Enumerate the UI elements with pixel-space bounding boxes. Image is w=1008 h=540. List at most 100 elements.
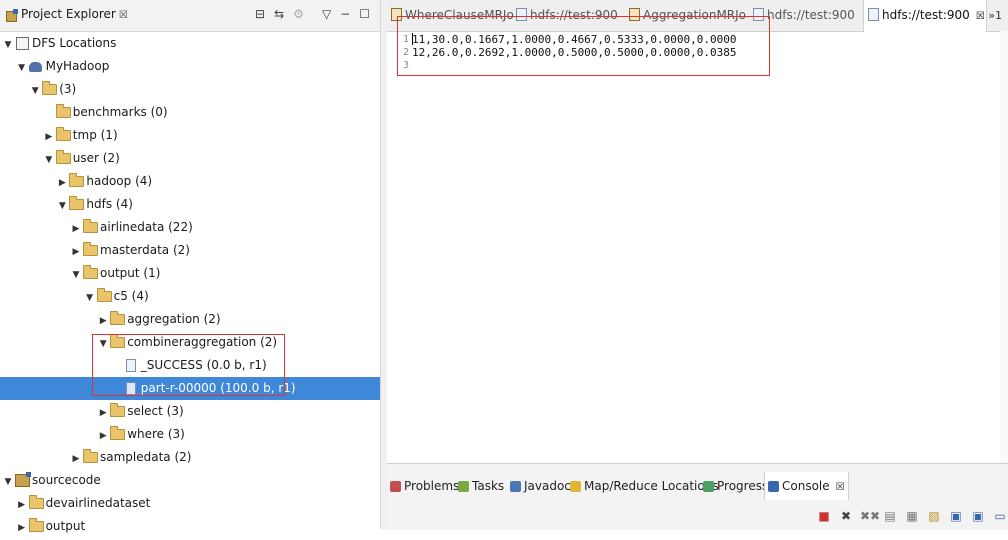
expanded-arrow-icon[interactable]: ▼ bbox=[57, 195, 67, 218]
project-explorer-toolbar: ⊟ ⇆ ⚙ ▽ − ☐ bbox=[246, 7, 370, 21]
tree-item[interactable]: ▼ (3) bbox=[0, 78, 410, 101]
close-icon[interactable]: ☒ bbox=[976, 11, 985, 22]
editor-tab[interactable]: hdfs://test:900 ☒ bbox=[863, 0, 987, 32]
tree-item-label: benchmarks (0) bbox=[72, 105, 168, 119]
folder-icon bbox=[55, 125, 71, 148]
tree-item-label: airlinedata (22) bbox=[100, 220, 193, 234]
tree-item[interactable]: ▼ MyHadoop bbox=[0, 55, 397, 78]
expanded-arrow-icon[interactable]: ▼ bbox=[44, 149, 54, 172]
tree-item[interactable]: ▼ sourcecode bbox=[0, 469, 383, 492]
collapsed-arrow-icon[interactable]: ▶ bbox=[17, 494, 27, 517]
tree-item-label: MyHadoop bbox=[45, 59, 110, 73]
tree-item-label: user (2) bbox=[72, 151, 120, 165]
link-with-editor-icon[interactable]: ⇆ bbox=[274, 7, 284, 21]
text-editor[interactable]: 123 11,30.0,0.1667,1.0000,0.4667,0.5333,… bbox=[387, 32, 1008, 463]
panel-tab-tasks[interactable]: Tasks bbox=[455, 472, 504, 500]
panel-tab-label: Map/Reduce Locations bbox=[584, 479, 719, 493]
editor-tab-label: hdfs://test:900 bbox=[882, 8, 970, 22]
pin-console-icon[interactable]: ▣ bbox=[948, 508, 964, 524]
panel-tab-label: Problems bbox=[404, 479, 460, 493]
annotation-box bbox=[397, 16, 770, 76]
console-toolbar: ■ ✖ ✖✖ ▤ ▦ ▧ ▣ ▣ ▭ bbox=[810, 504, 1008, 526]
expanded-arrow-icon[interactable]: ▼ bbox=[3, 471, 13, 494]
tree-item-label: aggregation (2) bbox=[127, 312, 221, 326]
remove-all-icon[interactable]: ✖✖ bbox=[860, 508, 880, 524]
folder-icon bbox=[110, 309, 126, 332]
tree-item-label: masterdata (2) bbox=[100, 243, 190, 257]
project-explorer-tab[interactable]: Project Explorer ☒ bbox=[2, 7, 128, 23]
folder-icon bbox=[110, 424, 126, 447]
tree-item-label: where (3) bbox=[127, 427, 185, 441]
close-icon[interactable]: ☒ bbox=[119, 10, 128, 21]
editor-scrollbar[interactable] bbox=[1000, 31, 1008, 463]
expanded-arrow-icon[interactable]: ▼ bbox=[71, 264, 81, 287]
tree-item[interactable]: benchmarks (0) bbox=[0, 101, 424, 124]
project-explorer-header: Project Explorer ☒ ⊟ ⇆ ⚙ ▽ − ☐ bbox=[0, 0, 380, 32]
panel-tab-problems[interactable]: Problems bbox=[387, 472, 459, 500]
collapsed-arrow-icon[interactable]: ▶ bbox=[44, 126, 54, 149]
tree-item-label: hdfs (4) bbox=[86, 197, 133, 211]
panel-tab-label: Progress bbox=[717, 479, 769, 493]
collapsed-arrow-icon[interactable]: ▶ bbox=[71, 218, 81, 241]
view-menu-icon[interactable]: ▽ bbox=[322, 7, 331, 21]
panel-tab-label: Tasks bbox=[472, 479, 505, 493]
maximize-icon[interactable]: ☐ bbox=[359, 7, 370, 21]
panel-tab-label: Console bbox=[782, 479, 830, 493]
project-explorer-icon bbox=[4, 9, 18, 23]
terminate-icon[interactable]: ■ bbox=[816, 508, 832, 524]
collapsed-arrow-icon[interactable]: ▶ bbox=[98, 402, 108, 425]
tree-item[interactable]: ▶ tmp (1) bbox=[0, 124, 424, 147]
collapsed-arrow-icon[interactable]: ▶ bbox=[71, 448, 81, 471]
word-wrap-icon[interactable]: ▦ bbox=[904, 508, 920, 524]
tasks-icon bbox=[458, 481, 469, 492]
collapsed-arrow-icon[interactable]: ▶ bbox=[57, 172, 67, 195]
expanded-arrow-icon[interactable]: ▼ bbox=[30, 80, 40, 103]
collapsed-arrow-icon[interactable]: ▶ bbox=[98, 425, 108, 448]
project-icon bbox=[15, 470, 31, 493]
tree-item[interactable]: ▶ output bbox=[0, 515, 397, 538]
collapse-all-icon[interactable]: ⊟ bbox=[255, 7, 265, 21]
panel-tab-javadoc[interactable]: Javadoc bbox=[507, 472, 571, 500]
expanded-arrow-icon[interactable]: ▼ bbox=[3, 34, 13, 57]
folder-icon bbox=[42, 79, 58, 102]
settings-icon[interactable]: ⚙ bbox=[293, 7, 304, 21]
folder-icon bbox=[69, 194, 85, 217]
bottom-panel-tabs: Problems Tasks Javadoc Map/Reduce Locations… bbox=[387, 472, 1008, 500]
collapsed-arrow-icon[interactable]: ▶ bbox=[71, 241, 81, 264]
minimize-icon[interactable]: − bbox=[340, 7, 350, 21]
tree-item[interactable]: ▼ hdfs (4) bbox=[0, 193, 437, 216]
editor-tab-label: hdfs://test:900 bbox=[767, 8, 855, 22]
folder-icon bbox=[28, 516, 44, 539]
annotation-box bbox=[92, 334, 285, 396]
collapsed-arrow-icon[interactable]: ▶ bbox=[98, 310, 108, 333]
tree-item-label: (3) bbox=[59, 82, 77, 96]
panel-tab-progress[interactable]: Progress bbox=[700, 472, 768, 500]
javadoc-icon bbox=[510, 481, 521, 492]
tree-item[interactable]: ▶ devairlinedataset bbox=[0, 492, 397, 515]
tab-overflow-button[interactable]: »1 bbox=[988, 0, 1002, 31]
folder-icon bbox=[83, 263, 98, 286]
progress-icon bbox=[703, 481, 714, 492]
dfs-locations-icon bbox=[15, 33, 29, 56]
folder-icon bbox=[28, 493, 44, 516]
hadoop-elephant-icon bbox=[29, 56, 43, 79]
scroll-lock-icon[interactable]: ▤ bbox=[882, 508, 898, 524]
display-console-icon[interactable]: ▣ bbox=[970, 508, 986, 524]
open-console-icon[interactable]: ▭ bbox=[992, 508, 1008, 524]
tree-item-label: select (3) bbox=[127, 404, 184, 418]
remove-launch-icon[interactable]: ✖ bbox=[838, 508, 854, 524]
close-icon[interactable]: ☒ bbox=[836, 482, 845, 493]
panel-tab-label: Javadoc bbox=[524, 479, 571, 493]
tree-item[interactable]: ▼ user (2) bbox=[0, 147, 424, 170]
tree-item-label: output bbox=[45, 519, 86, 533]
tree-item[interactable]: ▶ hadoop (4) bbox=[0, 170, 437, 193]
panel-tab-mapreduce[interactable]: Map/Reduce Locations bbox=[567, 472, 719, 500]
folder-icon bbox=[83, 447, 98, 470]
panel-tab-console[interactable]: Console ☒ bbox=[764, 472, 849, 500]
expanded-arrow-icon[interactable]: ▼ bbox=[17, 57, 27, 80]
folder-icon bbox=[55, 102, 71, 125]
tree-item[interactable]: ▼ DFS Locations bbox=[0, 32, 383, 55]
expanded-arrow-icon[interactable]: ▼ bbox=[85, 287, 95, 310]
folder-icon bbox=[55, 148, 71, 171]
show-on-output-icon[interactable]: ▧ bbox=[926, 508, 942, 524]
